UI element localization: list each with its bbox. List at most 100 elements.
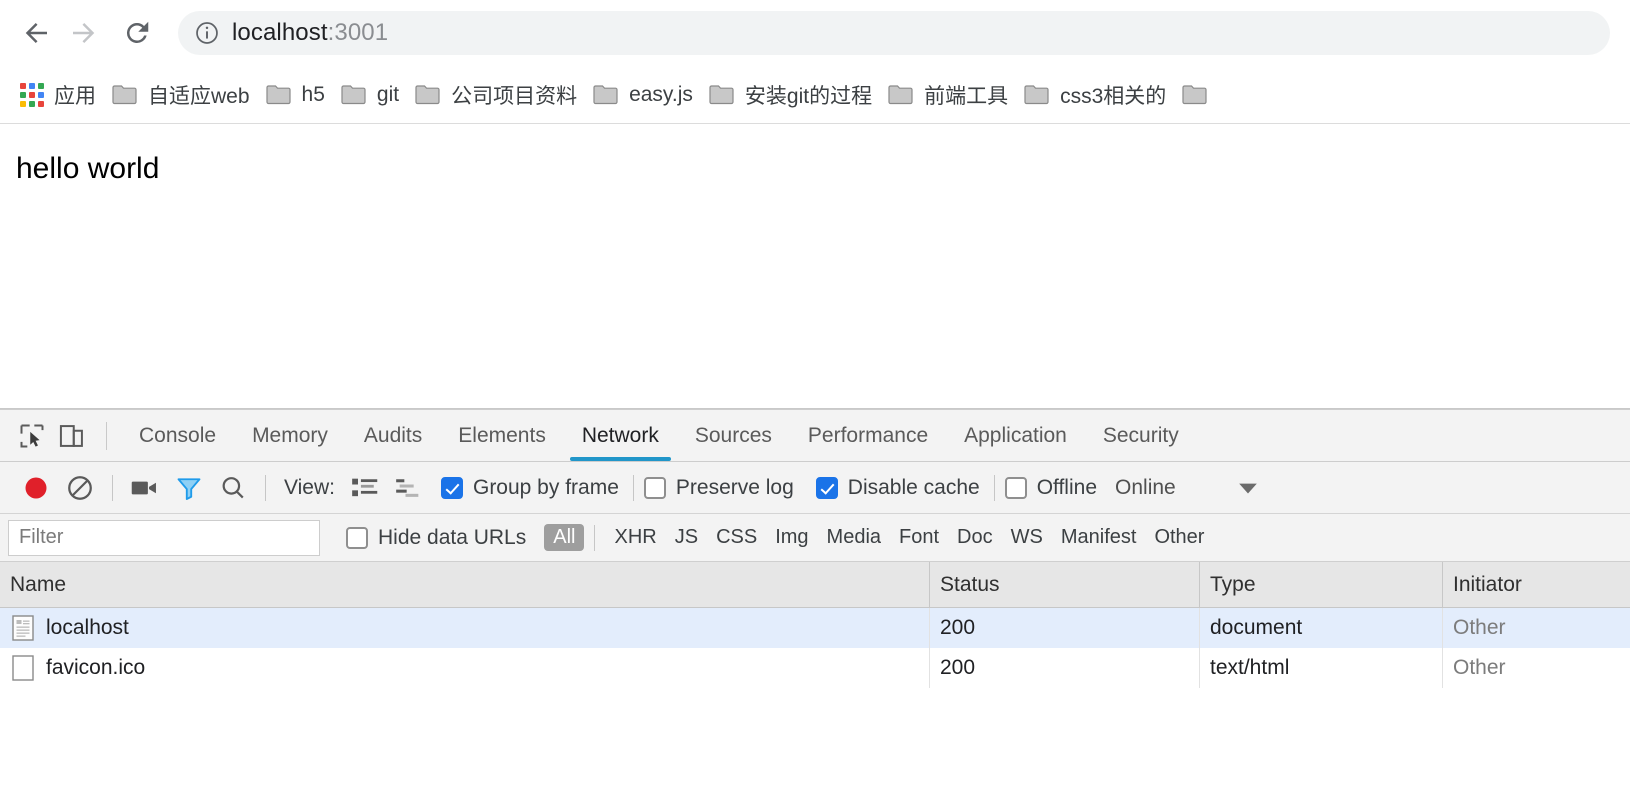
tab-memory[interactable]: Memory <box>234 410 346 461</box>
tab-sources[interactable]: Sources <box>677 410 790 461</box>
navigation-bar: localhost:3001 <box>0 0 1630 66</box>
request-name-cell: favicon.ico <box>0 648 930 688</box>
filter-type-other[interactable]: Other <box>1145 524 1213 551</box>
tab-elements[interactable]: Elements <box>440 410 564 461</box>
column-header-name[interactable]: Name <box>0 561 930 608</box>
tab-audits[interactable]: Audits <box>346 410 440 461</box>
search-button[interactable] <box>211 466 255 510</box>
info-circle-icon[interactable] <box>194 20 220 46</box>
preserve-log-checkbox[interactable] <box>643 476 666 499</box>
tab-security[interactable]: Security <box>1085 410 1197 461</box>
view-waterfall-button[interactable] <box>387 466 431 510</box>
network-filter-row: Hide data URLs All XHR JS CSS Img Media … <box>0 514 1630 562</box>
bookmark-folder-install-git[interactable]: 安装git的过程 <box>701 75 880 115</box>
chevron-down-icon <box>1238 483 1257 493</box>
table-row[interactable]: favicon.ico 200 text/html Other <box>0 648 1630 688</box>
filter-type-xhr[interactable]: XHR <box>605 524 665 551</box>
filter-type-media[interactable]: Media <box>818 524 890 551</box>
throttling-dropdown-button[interactable] <box>1226 466 1270 510</box>
tab-network[interactable]: Network <box>564 410 677 461</box>
filter-type-manifest[interactable]: Manifest <box>1052 524 1146 551</box>
view-label: View: <box>284 475 335 499</box>
column-header-initiator[interactable]: Initiator <box>1443 562 1630 608</box>
folder-icon <box>1024 85 1049 105</box>
tab-application[interactable]: Application <box>946 410 1085 461</box>
preserve-log-checkbox-row[interactable]: Preserve log <box>643 475 794 500</box>
record-button[interactable] <box>14 466 58 510</box>
bookmark-folder-frontend-tools[interactable]: 前端工具 <box>880 75 1016 115</box>
bookmark-label: easy.js <box>629 82 693 106</box>
filter-type-doc[interactable]: Doc <box>948 524 1002 551</box>
throttling-value[interactable]: Online <box>1115 476 1176 500</box>
disable-cache-label: Disable cache <box>847 475 980 499</box>
capture-screenshots-button[interactable] <box>123 466 167 510</box>
folder-icon <box>415 85 440 105</box>
inspect-element-button[interactable] <box>12 416 52 456</box>
document-lines-icon <box>12 615 34 641</box>
filter-input[interactable] <box>8 519 320 556</box>
forward-button[interactable] <box>60 10 106 56</box>
address-bar[interactable]: localhost:3001 <box>178 11 1610 55</box>
column-header-status[interactable]: Status <box>930 561 1200 608</box>
bookmark-folder-css3[interactable]: css3相关的 <box>1016 75 1174 115</box>
clear-button[interactable] <box>58 466 102 510</box>
reload-button[interactable] <box>114 10 160 56</box>
tab-performance[interactable]: Performance <box>790 410 946 461</box>
list-view-icon <box>352 478 378 496</box>
url-port: :3001 <box>327 19 389 46</box>
request-type: document <box>1200 608 1443 648</box>
folder-icon <box>265 85 291 105</box>
bookmark-folder-overflow[interactable] <box>1174 75 1226 115</box>
disable-cache-checkbox[interactable] <box>815 476 838 499</box>
bookmarks-bar: 应用 自适应web h5 git 公司项目资料 easy.js 安装git的过程… <box>0 66 1630 124</box>
inspect-element-icon <box>20 424 44 447</box>
hide-data-urls-checkbox-row[interactable]: Hide data URLs <box>346 526 526 550</box>
group-by-frame-checkbox-row[interactable]: Group by frame <box>440 476 619 500</box>
bookmark-label: 公司项目资料 <box>451 84 578 108</box>
filter-type-ws[interactable]: WS <box>1002 524 1052 551</box>
bookmark-folder-easyjs[interactable]: easy.js <box>585 75 701 115</box>
offline-label: Offline <box>1036 475 1098 499</box>
filter-toggle-button[interactable] <box>167 466 211 510</box>
filter-type-js[interactable]: JS <box>666 524 707 551</box>
filter-type-all[interactable]: All <box>544 524 585 551</box>
filter-type-css[interactable]: CSS <box>707 524 766 551</box>
bookmark-folder-zishiying-web[interactable]: 自适应web <box>104 75 258 115</box>
filter-type-img[interactable]: Img <box>766 524 817 551</box>
bookmark-label: 前端工具 <box>924 84 1009 108</box>
search-icon <box>222 476 244 498</box>
bookmark-apps[interactable]: 应用 <box>12 75 104 115</box>
network-toolbar: View: Group by frame Preserve log Disabl… <box>0 462 1630 514</box>
view-list-button[interactable] <box>343 466 387 510</box>
column-header-type[interactable]: Type <box>1200 561 1443 608</box>
bookmark-folder-h5[interactable]: h5 <box>258 75 333 115</box>
toolbar-divider <box>112 474 113 501</box>
arrow-left-icon <box>25 23 47 43</box>
page-viewport: hello world <box>0 124 1630 409</box>
camera-icon <box>131 481 156 494</box>
folder-icon <box>593 85 618 105</box>
hide-data-urls-checkbox[interactable] <box>346 526 368 549</box>
clear-icon <box>68 475 92 500</box>
filter-type-font[interactable]: Font <box>890 524 948 551</box>
device-toolbar-button[interactable] <box>52 416 92 456</box>
folder-icon <box>112 85 137 105</box>
folder-icon <box>341 85 366 105</box>
disable-cache-checkbox-row[interactable]: Disable cache <box>815 475 980 500</box>
toolbar-divider <box>106 421 107 450</box>
hide-data-urls-label: Hide data URLs <box>378 525 527 549</box>
offline-checkbox-row[interactable]: Offline <box>1004 475 1098 500</box>
bookmark-folder-company-project[interactable]: 公司项目资料 <box>407 75 585 115</box>
bookmark-label: css3相关的 <box>1060 84 1167 108</box>
table-row[interactable]: localhost 200 document Other <box>0 608 1630 648</box>
back-button[interactable] <box>14 10 60 56</box>
apps-grid-icon <box>20 82 44 107</box>
offline-checkbox[interactable] <box>1004 476 1027 499</box>
toolbar-divider <box>993 474 995 501</box>
bookmark-folder-git[interactable]: git <box>333 75 407 115</box>
preserve-log-label: Preserve log <box>675 475 794 499</box>
folder-icon <box>709 85 734 105</box>
tab-console[interactable]: Console <box>121 410 234 461</box>
request-type: text/html <box>1200 648 1443 688</box>
group-by-frame-checkbox[interactable] <box>440 476 463 499</box>
